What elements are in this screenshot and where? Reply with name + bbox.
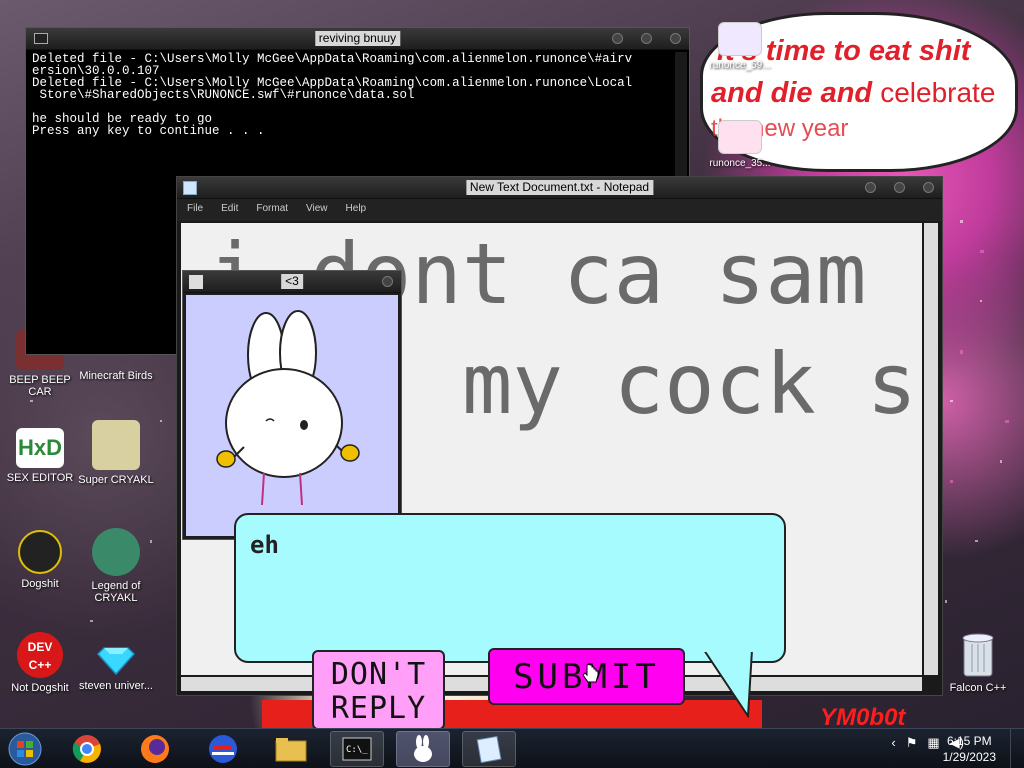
minimize-button[interactable] bbox=[612, 33, 623, 44]
console-output: Deleted file - C:\Users\Molly McGee\AppD… bbox=[32, 52, 633, 138]
show-hidden-icons-icon[interactable]: ‹ bbox=[891, 735, 895, 751]
folder-icon bbox=[275, 738, 307, 762]
console-app-icon bbox=[34, 33, 48, 44]
notepad-menubar: File Edit Format View Help bbox=[177, 199, 942, 221]
cmd-icon: C:\_ bbox=[342, 737, 372, 761]
dialog-bubble-tail bbox=[702, 646, 756, 718]
cpp-icon bbox=[18, 530, 62, 574]
svg-text:C:\_: C:\_ bbox=[346, 745, 368, 755]
desktop-icon-legend-of-cryakl[interactable]: Legend of CRYAKL bbox=[78, 528, 154, 604]
devcpp-icon: DEV C++ bbox=[17, 632, 63, 678]
menu-edit[interactable]: Edit bbox=[221, 203, 238, 217]
notepad-titlebar[interactable]: New Text Document.txt - Notepad bbox=[177, 177, 942, 199]
dialog-text: eh bbox=[250, 531, 279, 559]
bunny-canvas bbox=[186, 295, 398, 536]
desktop-icon-sex-editor[interactable]: HxD SEX EDITOR bbox=[2, 428, 78, 484]
minimize-button[interactable] bbox=[865, 182, 876, 193]
hxd-icon: HxD bbox=[16, 428, 64, 468]
image-file-icon bbox=[718, 120, 762, 154]
maximize-button[interactable] bbox=[894, 182, 905, 193]
desktop-icon-steven-universe[interactable]: steven univer... bbox=[78, 636, 154, 692]
clock-time: 6:15 PM bbox=[946, 734, 992, 748]
taskbar: C:\_ ‹ ⚑ ▦ ◀) 6:15 PM 1/29/2023 bbox=[0, 728, 1024, 768]
desktop-icon-recycle-bin[interactable]: Falcon C++ bbox=[940, 632, 1016, 694]
dont-reply-button[interactable]: DON'T REPLY bbox=[312, 650, 445, 730]
desktop-icon-not-dogshit[interactable]: DEV C++ Not Dogshit bbox=[2, 632, 78, 694]
close-button[interactable] bbox=[923, 182, 934, 193]
menu-format[interactable]: Format bbox=[256, 203, 288, 217]
character-icon bbox=[92, 528, 140, 576]
menu-view[interactable]: View bbox=[306, 203, 328, 217]
taskbar-chrome[interactable] bbox=[60, 731, 114, 767]
bunny-character-icon bbox=[216, 310, 360, 506]
bunny-icon bbox=[414, 735, 432, 762]
firefox-icon bbox=[141, 735, 169, 763]
clock-date: 1/29/2023 bbox=[942, 750, 996, 764]
recycle-bin-icon bbox=[962, 633, 994, 677]
desktop-icon-super-cryakl[interactable]: Super CRYAKL bbox=[78, 420, 154, 486]
image-file-icon bbox=[718, 22, 762, 56]
maximize-button[interactable] bbox=[641, 33, 652, 44]
diamond-icon bbox=[96, 647, 136, 676]
close-button[interactable] bbox=[670, 33, 681, 44]
close-button[interactable] bbox=[382, 276, 393, 287]
bunny-titlebar[interactable]: <3 bbox=[183, 271, 401, 293]
desktop-icon-dogshit[interactable]: Dogshit bbox=[2, 530, 78, 590]
bunny-title: <3 bbox=[281, 274, 303, 289]
chrome-icon bbox=[72, 735, 101, 763]
taskbar-console[interactable]: C:\_ bbox=[330, 731, 384, 767]
bunny-window[interactable]: <3 bbox=[182, 270, 402, 540]
windows-logo-icon bbox=[8, 732, 42, 766]
desktop-file-runonce-35[interactable]: runonce_35... bbox=[702, 120, 778, 170]
taskbar-notepad[interactable] bbox=[462, 731, 516, 767]
start-button[interactable] bbox=[0, 731, 50, 767]
bunny-app-icon bbox=[189, 275, 203, 289]
notepad-vertical-scrollbar[interactable] bbox=[924, 223, 938, 675]
desktop-icon-minecraft-birds[interactable]: Minecraft Birds bbox=[78, 370, 154, 382]
console-title: reviving bnuuy bbox=[314, 31, 401, 46]
taskbar-clock[interactable]: 6:15 PM 1/29/2023 bbox=[943, 733, 996, 765]
taskbar-dem-app[interactable] bbox=[196, 731, 250, 767]
notepad-app-icon bbox=[183, 181, 197, 195]
console-titlebar[interactable]: reviving bnuuy bbox=[26, 28, 689, 50]
notepad-title: New Text Document.txt - Notepad bbox=[465, 180, 654, 195]
dem-logo-icon bbox=[209, 735, 237, 763]
dialog-bubble: eh bbox=[234, 513, 786, 663]
show-desktop-button[interactable] bbox=[1010, 729, 1024, 768]
menu-file[interactable]: File bbox=[187, 203, 203, 217]
taskbar-firefox[interactable] bbox=[128, 731, 182, 767]
menu-help[interactable]: Help bbox=[346, 203, 367, 217]
desktop-file-runonce-59[interactable]: runonce_59... bbox=[702, 22, 778, 72]
pixel-cat-icon bbox=[92, 420, 140, 470]
notepad-icon bbox=[476, 735, 502, 763]
network-icon[interactable]: ▦ bbox=[927, 735, 939, 751]
taskbar-bunny[interactable] bbox=[396, 731, 450, 767]
hand-cursor-icon bbox=[582, 664, 599, 683]
meme-line-2: and die and celebrate bbox=[711, 77, 996, 109]
flag-icon[interactable]: ⚑ bbox=[906, 735, 918, 751]
taskbar-file-explorer[interactable] bbox=[264, 731, 318, 767]
